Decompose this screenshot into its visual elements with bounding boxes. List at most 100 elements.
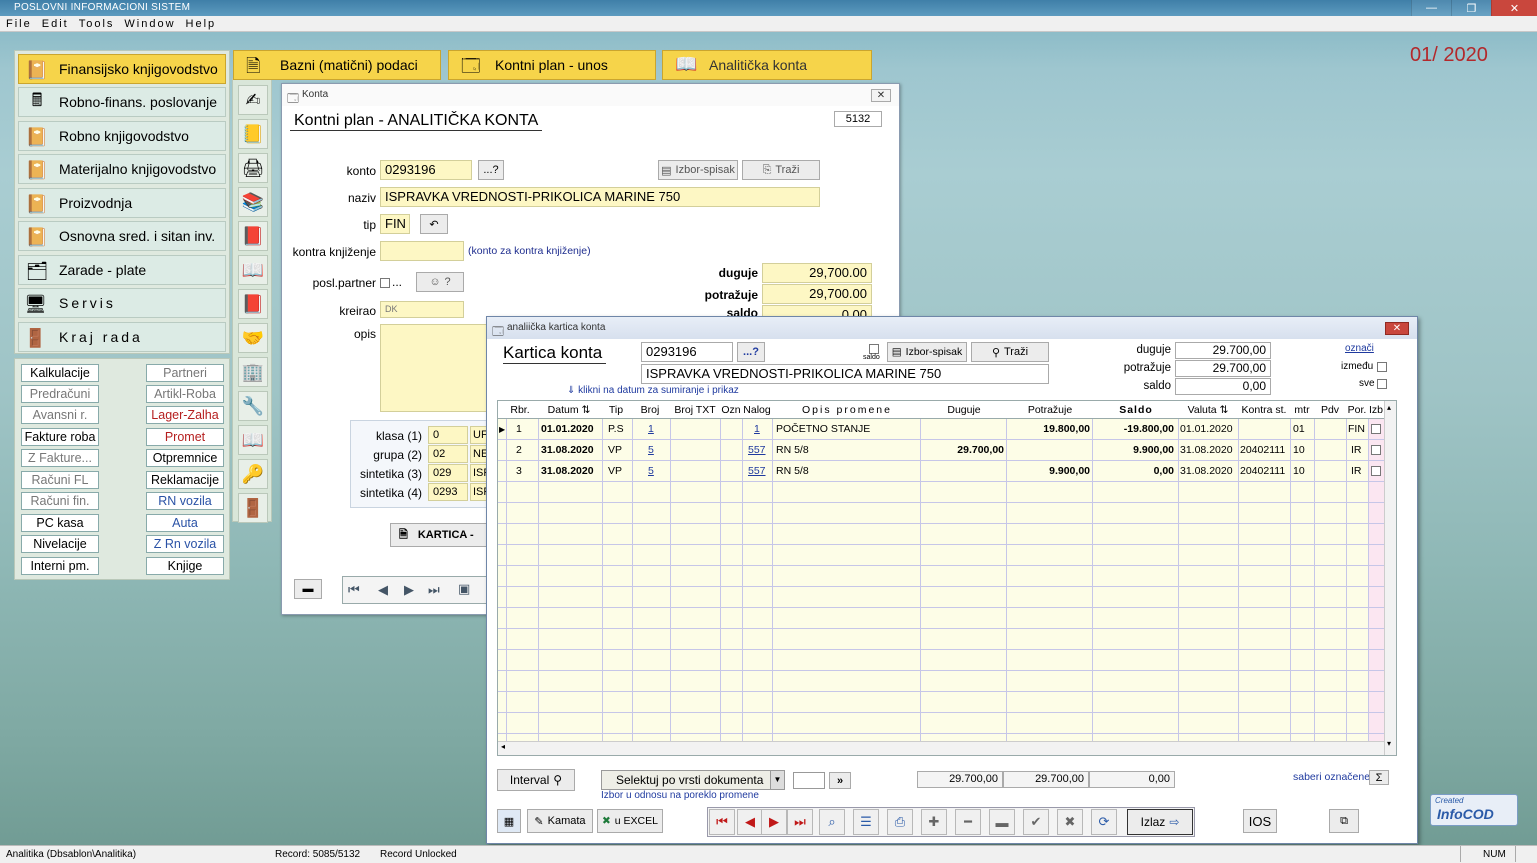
menu-finansijsko[interactable]: 📔 Finansijsko knjigovodstvo xyxy=(18,54,226,84)
red-book-icon[interactable]: 📕 xyxy=(238,289,268,319)
table-row[interactable]: 2 31.08.2020 VP 5 557 RN 5/8 29.700,00 9… xyxy=(498,440,1384,461)
qb-promet[interactable]: Promet xyxy=(146,428,224,446)
ios-button[interactable]: IOS xyxy=(1243,809,1277,833)
cell-nalog[interactable]: 1 xyxy=(754,419,760,440)
cell-datum[interactable]: 01.01.2020 xyxy=(541,419,594,440)
chevron-down-icon[interactable]: ▼ xyxy=(770,771,784,789)
qb-lager[interactable]: Lager-Zalha xyxy=(146,406,224,424)
horizontal-scrollbar[interactable]: ◂ xyxy=(498,741,1384,755)
izlaz-button[interactable]: Izlaz ⇨ xyxy=(1127,809,1193,835)
posl-partner-dots[interactable]: ... xyxy=(392,275,402,289)
tab-analiticka-konta[interactable]: 📖 Analitička konta xyxy=(662,50,872,80)
menu-materijalno[interactable]: 📔 Materijalno knjigovodstvo xyxy=(18,154,226,184)
qb-nivelacije[interactable]: Nivelacije xyxy=(21,535,99,553)
sum-button[interactable]: Σ xyxy=(1369,770,1389,785)
add-icon[interactable]: ✚ xyxy=(921,809,947,835)
scroll-up-icon[interactable]: ▴ xyxy=(1387,403,1391,412)
check-icon[interactable]: ✔ xyxy=(1023,809,1049,835)
col-datum[interactable]: Datum ⇅ xyxy=(538,401,600,419)
menu-window[interactable]: Window xyxy=(124,16,175,31)
apply-filter-button[interactable]: » xyxy=(829,772,851,789)
menu-kraj-rada[interactable]: 🚪 Kraj rada xyxy=(18,322,226,352)
oznaci-link[interactable]: označi xyxy=(1345,343,1374,354)
qb-racuni-fin[interactable]: Računi fin. xyxy=(21,492,99,510)
menu-servis[interactable]: 🖥 Servis xyxy=(18,288,226,318)
kartica-lookup-button[interactable]: ...? xyxy=(737,342,765,362)
undo-button[interactable]: ↶ xyxy=(420,214,448,234)
tools-icon[interactable]: 🔧 xyxy=(238,391,268,421)
cell-nalog[interactable]: 557 xyxy=(748,440,766,461)
edit-record-icon[interactable]: ▣ xyxy=(458,581,470,597)
cell-broj[interactable]: 5 xyxy=(648,461,654,482)
cell-broj[interactable]: 1 xyxy=(648,419,654,440)
qb-artikl[interactable]: Artikl-Roba xyxy=(146,385,224,403)
menu-zarade[interactable]: 🗂 Zarade - plate xyxy=(18,255,226,285)
qb-auta[interactable]: Auta xyxy=(146,514,224,532)
next-record-icon[interactable]: ▶ xyxy=(761,809,787,835)
filter-input[interactable] xyxy=(793,772,825,789)
minimize-icon[interactable]: — xyxy=(1411,0,1451,16)
open-book-icon[interactable]: 📖 xyxy=(238,425,268,455)
naziv-field[interactable]: ISPRAVKA VREDNOSTI-PRIKOLICA MARINE 750 xyxy=(380,187,820,207)
tip-field[interactable]: FIN xyxy=(380,214,410,234)
izmedu-checkbox[interactable] xyxy=(1377,361,1387,373)
qb-interni[interactable]: Interni pm. xyxy=(21,557,99,575)
last-record-icon[interactable]: ⏭ xyxy=(428,582,440,598)
posl-partner-checkbox[interactable] xyxy=(380,277,390,289)
kartica-trazi-button[interactable]: ⚲ Traži xyxy=(971,342,1049,362)
qb-rn-vozila[interactable]: RN vozila xyxy=(146,492,224,510)
close-icon[interactable]: ✕ xyxy=(871,89,891,102)
calculator-button[interactable]: ▦ xyxy=(497,809,521,833)
close-icon[interactable]: ✕ xyxy=(1385,322,1409,335)
partner-lookup-button[interactable]: ☺? xyxy=(416,272,464,292)
printer-icon[interactable]: ⎙ xyxy=(887,809,913,835)
note-icon[interactable]: ▬ xyxy=(989,809,1015,835)
books-icon[interactable]: 📚 xyxy=(238,187,268,217)
col-valuta[interactable]: Valuta ⇅ xyxy=(1178,401,1238,419)
keys-icon[interactable]: 🔑 xyxy=(238,459,268,489)
menu-robno-finans[interactable]: 🖩 Robno-finans. poslovanje xyxy=(18,87,226,117)
kartica-izbor-button[interactable]: ▤ Izbor-spisak xyxy=(887,342,967,362)
trazi-button[interactable]: ⎘ Traži xyxy=(742,160,820,180)
menu-help[interactable]: Help xyxy=(186,16,217,31)
qb-z-rn-vozila[interactable]: Z Rn vozila xyxy=(146,535,224,553)
qb-z-fakture[interactable]: Z Fakture... xyxy=(21,449,99,467)
notepad-icon[interactable]: 📒 xyxy=(238,119,268,149)
row-checkbox[interactable] xyxy=(1371,440,1381,461)
open-book-icon[interactable]: 📖 xyxy=(238,255,268,285)
selektuj-dropdown[interactable]: Selektuj po vrsti dokumenta ▼ xyxy=(601,770,785,790)
table-row[interactable]: ▶ 1 01.01.2020 P.S 1 1 POČETNO STANJE 19… xyxy=(498,419,1384,440)
menu-tools[interactable]: Tools xyxy=(79,16,115,31)
cancel-icon[interactable]: ✖ xyxy=(1057,809,1083,835)
kontra-field[interactable] xyxy=(380,241,464,261)
interval-button[interactable]: Interval ⚲ xyxy=(497,769,575,791)
cell-broj[interactable]: 5 xyxy=(648,440,654,461)
kartica-konto-field[interactable]: 0293196 xyxy=(641,342,733,362)
menu-file[interactable]: File xyxy=(6,16,32,31)
opis-field[interactable] xyxy=(380,324,488,412)
qb-otpremnice[interactable]: Otpremnice xyxy=(146,449,224,467)
izbor-spisak-button[interactable]: ▤ Izbor-spisak xyxy=(658,160,738,180)
scroll-down-icon[interactable]: ▾ xyxy=(1387,739,1391,748)
qb-reklamacije[interactable]: Reklamacije xyxy=(146,471,224,489)
row-checkbox[interactable] xyxy=(1371,461,1381,482)
menu-proizvodnja[interactable]: 📔 Proizvodnja xyxy=(18,188,226,218)
konto-lookup-button[interactable]: ...? xyxy=(478,160,504,180)
qb-knjige[interactable]: Knjige xyxy=(146,557,224,575)
exit-door-icon[interactable]: 🚪 xyxy=(238,493,268,523)
vertical-scrollbar[interactable]: ▴ ▾ xyxy=(1384,401,1396,755)
excel-button[interactable]: ✖ u EXCEL xyxy=(597,809,663,833)
handshake-icon[interactable]: 🤝 xyxy=(238,323,268,353)
copy-button[interactable]: ⧉ xyxy=(1329,809,1359,833)
qb-pc-kasa[interactable]: PC kasa xyxy=(21,514,99,532)
row-checkbox[interactable] xyxy=(1371,419,1381,440)
table-row[interactable]: 3 31.08.2020 VP 5 557 RN 5/8 9.900,00 0,… xyxy=(498,461,1384,482)
prev-record-icon[interactable]: ◀ xyxy=(737,809,763,835)
qb-fakture-roba[interactable]: Fakture roba xyxy=(21,428,99,446)
first-record-icon[interactable]: ⏮ xyxy=(709,809,735,835)
menu-robno[interactable]: 📔 Robno knjigovodstvo xyxy=(18,121,226,151)
building-icon[interactable]: 🏢 xyxy=(238,357,268,387)
search-record-icon[interactable]: ⌕ xyxy=(819,809,845,835)
qb-kalkulacije[interactable]: Kalkulacije xyxy=(21,364,99,382)
printer-icon[interactable]: 🖨 xyxy=(238,153,268,183)
